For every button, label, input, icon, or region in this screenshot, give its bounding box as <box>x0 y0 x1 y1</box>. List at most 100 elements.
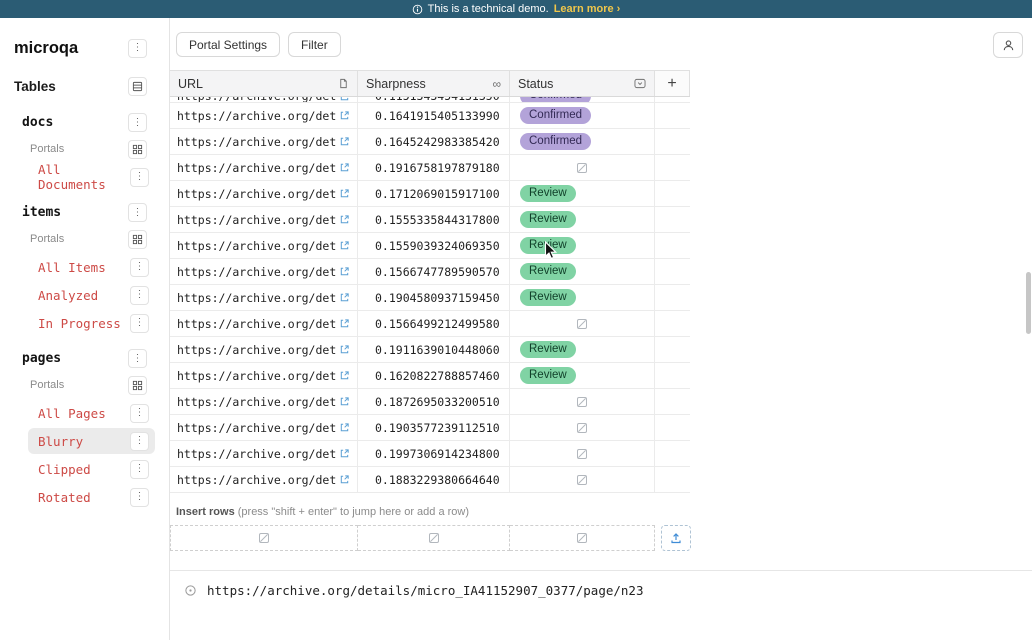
external-link-icon[interactable] <box>339 292 350 303</box>
portal-menu-button[interactable]: ⋮ <box>130 168 149 187</box>
status-badge[interactable]: Confirmed <box>520 133 591 151</box>
workspace-menu-button[interactable]: ⋮ <box>128 39 147 58</box>
sidebar-portal-analyzed[interactable]: Analyzed ⋮ <box>28 282 155 308</box>
status-cell[interactable]: Confirmed <box>510 129 655 154</box>
sharpness-cell[interactable]: 0.1620822788857460 <box>358 363 510 388</box>
sharpness-cell[interactable]: 0.1911639010448060 <box>358 337 510 362</box>
status-cell[interactable] <box>510 415 655 440</box>
status-badge[interactable]: Review <box>520 211 576 229</box>
sidebar-table-name[interactable]: pages <box>22 351 61 366</box>
sharpness-cell[interactable]: 0.1916758197879180 <box>358 155 510 180</box>
sharpness-cell[interactable]: 0.1566499212499580 <box>358 311 510 336</box>
status-cell[interactable] <box>510 389 655 414</box>
sharpness-cell[interactable]: 0.1641915405133990 <box>358 103 510 128</box>
external-link-icon[interactable] <box>339 97 350 102</box>
external-link-icon[interactable] <box>339 370 350 381</box>
status-cell[interactable]: Review <box>510 259 655 284</box>
sidebar-portal-all-items[interactable]: All Items ⋮ <box>28 254 155 280</box>
status-cell[interactable]: Confirmed <box>510 103 655 128</box>
external-link-icon[interactable] <box>339 240 350 251</box>
table-menu-button[interactable]: ⋮ <box>128 113 147 132</box>
external-link-icon[interactable] <box>339 214 350 225</box>
sharpness-cell[interactable]: 0.1559039324069350 <box>358 233 510 258</box>
add-column-button[interactable]: + <box>655 71 690 96</box>
status-badge[interactable]: Review <box>520 237 576 255</box>
external-link-icon[interactable] <box>339 422 350 433</box>
url-cell[interactable]: https://archive.org/det <box>170 363 358 388</box>
portals-grid-button[interactable] <box>128 376 147 395</box>
url-cell[interactable]: https://archive.org/det <box>170 311 358 336</box>
sidebar-portal-all-pages[interactable]: All Pages ⋮ <box>28 400 155 426</box>
sidebar-table-name[interactable]: items <box>22 205 61 220</box>
sharpness-cell[interactable]: 0.1566747789590570 <box>358 259 510 284</box>
portal-menu-button[interactable]: ⋮ <box>130 460 149 479</box>
external-link-icon[interactable] <box>339 474 350 485</box>
external-link-icon[interactable] <box>339 136 350 147</box>
status-cell[interactable] <box>510 441 655 466</box>
url-cell[interactable]: https://archive.org/det <box>170 259 358 284</box>
url-cell[interactable]: https://archive.org/det <box>170 181 358 206</box>
url-cell[interactable]: https://archive.org/det <box>170 441 358 466</box>
column-header-url[interactable]: URL <box>170 71 358 96</box>
status-cell[interactable] <box>510 467 655 492</box>
status-cell[interactable]: Review <box>510 337 655 362</box>
url-cell[interactable]: https://archive.org/det <box>170 233 358 258</box>
portal-settings-button[interactable]: Portal Settings <box>176 32 280 57</box>
url-cell[interactable]: https://archive.org/det <box>170 415 358 440</box>
portal-menu-button[interactable]: ⋮ <box>130 258 149 277</box>
tables-list-button[interactable] <box>128 77 147 96</box>
url-cell[interactable]: https://archive.org/det <box>170 389 358 414</box>
status-cell[interactable]: Review <box>510 207 655 232</box>
url-cell[interactable]: https://archive.org/det <box>170 155 358 180</box>
portal-menu-button[interactable]: ⋮ <box>130 432 149 451</box>
url-cell[interactable]: https://archive.org/det <box>170 337 358 362</box>
column-header-sharpness[interactable]: Sharpness ∞ <box>358 71 510 96</box>
import-rows-button[interactable] <box>661 525 691 551</box>
external-link-icon[interactable] <box>339 266 350 277</box>
portal-menu-button[interactable]: ⋮ <box>130 286 149 305</box>
portal-menu-button[interactable]: ⋮ <box>130 314 149 333</box>
url-cell[interactable]: https://archive.org/det <box>170 467 358 492</box>
status-badge[interactable]: Review <box>520 185 576 203</box>
status-badge[interactable]: Confirmed <box>520 107 591 125</box>
external-link-icon[interactable] <box>339 110 350 121</box>
url-cell[interactable]: https://archive.org/det <box>170 129 358 154</box>
status-cell[interactable]: Review <box>510 181 655 206</box>
url-cell[interactable]: https://archive.org/det <box>170 103 358 128</box>
sidebar-portal-in-progress[interactable]: In Progress ⋮ <box>28 310 155 336</box>
table-menu-button[interactable]: ⋮ <box>128 203 147 222</box>
sidebar-portal-all-documents[interactable]: All Documents ⋮ <box>28 164 155 190</box>
url-cell[interactable]: https://archive.org/det <box>170 207 358 232</box>
status-badge[interactable]: Review <box>520 263 576 281</box>
status-cell[interactable]: Review <box>510 363 655 388</box>
status-cell[interactable]: Review <box>510 285 655 310</box>
sidebar-portal-clipped[interactable]: Clipped ⋮ <box>28 456 155 482</box>
insert-cell-sharpness[interactable] <box>358 525 510 551</box>
external-link-icon[interactable] <box>339 344 350 355</box>
sharpness-cell[interactable]: 0.1712069015917100 <box>358 181 510 206</box>
portal-menu-button[interactable]: ⋮ <box>130 488 149 507</box>
filter-button[interactable]: Filter <box>288 32 341 57</box>
sharpness-cell[interactable]: 0.1903577239112510 <box>358 415 510 440</box>
record-detail-bar[interactable]: https://archive.org/details/micro_IA4115… <box>170 570 1032 610</box>
sidebar-portal-blurry[interactable]: Blurry ⋮ <box>28 428 155 454</box>
external-link-icon[interactable] <box>339 318 350 329</box>
sidebar-portal-rotated[interactable]: Rotated ⋮ <box>28 484 155 510</box>
status-cell[interactable] <box>510 155 655 180</box>
status-cell[interactable] <box>510 311 655 336</box>
sidebar-table-name[interactable]: docs <box>22 115 53 130</box>
sharpness-cell[interactable]: 0.1904580937159450 <box>358 285 510 310</box>
sharpness-cell[interactable]: 0.1555335844317800 <box>358 207 510 232</box>
insert-cell-status[interactable] <box>510 525 655 551</box>
sharpness-cell[interactable]: 0.1872695033200510 <box>358 389 510 414</box>
external-link-icon[interactable] <box>339 448 350 459</box>
external-link-icon[interactable] <box>339 188 350 199</box>
sharpness-cell[interactable]: 0.1997306914234800 <box>358 441 510 466</box>
column-header-status[interactable]: Status <box>510 71 655 96</box>
learn-more-link[interactable]: Learn more › <box>554 3 621 15</box>
user-account-button[interactable] <box>993 32 1023 58</box>
status-badge[interactable]: Review <box>520 341 576 359</box>
sharpness-cell[interactable]: 0.1883229380664640 <box>358 467 510 492</box>
insert-cell-url[interactable] <box>170 525 358 551</box>
portals-grid-button[interactable] <box>128 140 147 159</box>
